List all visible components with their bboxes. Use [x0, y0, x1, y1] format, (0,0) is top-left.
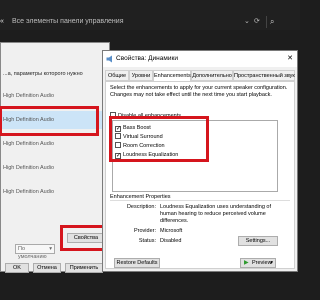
- close-icon[interactable]: ✕: [287, 51, 293, 67]
- apply-button[interactable]: Применить: [65, 263, 103, 273]
- tab-levels[interactable]: Уровни: [129, 70, 153, 81]
- preview-button[interactable]: ▶ Preview ▾: [240, 258, 276, 268]
- speaker-icon: [106, 55, 112, 63]
- speaker-properties-dialog: Свойства: Динамики ✕ Общие Уровни Enhanc…: [102, 50, 298, 272]
- default-combo-label: По умолчанию: [18, 246, 47, 260]
- search-icon: ⌕: [270, 17, 275, 26]
- enhancements-description: Select the enhancements to apply for you…: [110, 85, 288, 98]
- chevron-down-icon: ▾: [270, 260, 273, 266]
- status-label: Status:: [138, 238, 156, 244]
- tab-advanced[interactable]: Дополнительно: [191, 70, 233, 81]
- provider-value: Microsoft: [160, 228, 183, 234]
- description-value: Loudness Equalization uses understanding…: [160, 204, 271, 224]
- device-hint: ...а, параметры которого нужно: [3, 71, 83, 77]
- playback-device-3[interactable]: High Definition Audio: [1, 159, 107, 177]
- divider: [110, 200, 290, 201]
- breadcrumb[interactable]: Все элементы панели управления: [12, 16, 123, 28]
- tab-spatial-sound[interactable]: Пространственный звук: [233, 70, 295, 81]
- search-field[interactable]: ⌕: [266, 16, 300, 28]
- sound-dialog: ...а, параметры которого нужно High Defi…: [0, 42, 110, 273]
- tab-general[interactable]: Общие: [105, 70, 129, 81]
- title-bar: Свойства: Динамики ✕: [103, 51, 297, 67]
- address-bar[interactable]: « Все элементы панели управления ⌄ ⟳: [0, 16, 300, 28]
- selected-device-highlight: [0, 106, 99, 136]
- restore-defaults-button[interactable]: Restore Defaults: [114, 258, 160, 268]
- chevron-down-icon: ▾: [49, 246, 52, 252]
- playback-device-0[interactable]: High Definition Audio: [1, 87, 107, 105]
- tab-strip: Общие Уровни Enhancements Дополнительно …: [105, 70, 295, 82]
- ok-button[interactable]: OK: [5, 263, 29, 273]
- description-label: Description:: [126, 204, 156, 210]
- preview-label: Preview: [252, 260, 272, 266]
- back-icon[interactable]: «: [0, 16, 4, 28]
- enhancements-panel: Select the enhancements to apply for you…: [105, 81, 295, 269]
- cancel-button[interactable]: Отмена: [33, 263, 61, 273]
- playback-device-2[interactable]: High Definition Audio: [1, 135, 107, 153]
- refresh-icon[interactable]: ⟳: [254, 16, 260, 28]
- control-panel-header: « Все элементы панели управления ⌄ ⟳ ⌕: [0, 0, 300, 30]
- default-device-combo[interactable]: По умолчанию ▾: [15, 244, 55, 260]
- settings-button[interactable]: Settings...: [238, 236, 278, 246]
- dialog-title: Свойства: Динамики: [116, 55, 178, 62]
- provider-label: Provider:: [133, 228, 156, 234]
- chevron-down-icon[interactable]: ⌄: [244, 16, 250, 28]
- status-value: Disabled: [160, 238, 182, 244]
- enhancements-highlight: [109, 116, 209, 162]
- playback-device-4[interactable]: High Definition Audio: [1, 183, 107, 201]
- play-icon: ▶: [244, 260, 249, 266]
